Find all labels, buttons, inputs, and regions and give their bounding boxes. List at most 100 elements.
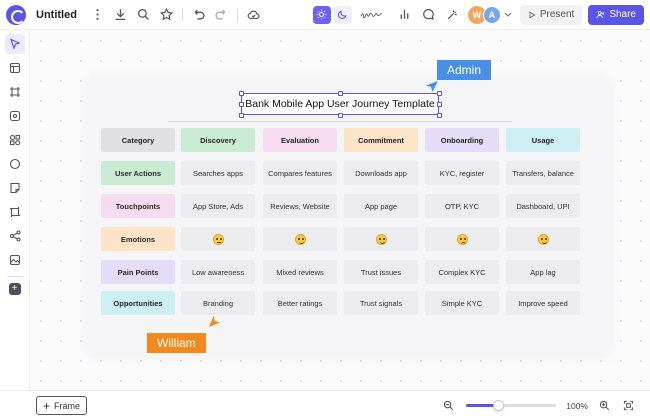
zoom-level: 100% bbox=[566, 400, 588, 411]
download-icon[interactable] bbox=[110, 4, 132, 26]
whiteboard-canvas[interactable]: Bank Mobile App User Journey Template Ca… bbox=[31, 31, 650, 390]
zoom-slider[interactable] bbox=[466, 400, 557, 411]
journey-cell[interactable]: Low awareness bbox=[181, 260, 255, 284]
search-icon[interactable] bbox=[133, 4, 155, 26]
toolbar-divider bbox=[236, 7, 238, 22]
journey-cell[interactable]: App page bbox=[344, 194, 418, 218]
zoom-controls: 100% bbox=[440, 398, 650, 414]
row-header[interactable]: User Actions bbox=[101, 161, 175, 185]
cloud-saved-icon[interactable] bbox=[243, 4, 265, 26]
journey-cell[interactable]: Trust issues bbox=[344, 260, 418, 284]
zoom-in-icon[interactable] bbox=[596, 398, 612, 414]
journey-cell[interactable] bbox=[181, 227, 255, 251]
row-header[interactable]: Opportunities bbox=[101, 291, 175, 315]
resize-handle[interactable] bbox=[239, 113, 244, 118]
collaborator-avatars[interactable]: W A bbox=[467, 4, 514, 26]
document-title[interactable]: Untitled bbox=[36, 9, 77, 21]
image-icon bbox=[9, 254, 20, 266]
emoji-happy-icon bbox=[294, 233, 306, 245]
journey-cell[interactable]: Trust signals bbox=[344, 291, 418, 315]
crop-icon bbox=[9, 207, 20, 217]
frame-tool[interactable] bbox=[5, 82, 25, 102]
add-tool-button[interactable]: + bbox=[8, 283, 21, 295]
avatar[interactable]: A bbox=[482, 5, 501, 24]
journey-cell[interactable]: Simple KYC bbox=[425, 291, 499, 315]
plus-icon: + bbox=[11, 283, 18, 294]
zoom-out-icon[interactable] bbox=[440, 398, 456, 414]
journey-cell[interactable]: Branding bbox=[181, 291, 255, 315]
sticky-note-tool[interactable] bbox=[5, 106, 25, 126]
collaborator-name-admin: Admin bbox=[447, 63, 482, 77]
column-header[interactable]: Category bbox=[101, 128, 175, 152]
journey-cell[interactable] bbox=[344, 227, 418, 251]
chevron-down-icon[interactable] bbox=[502, 4, 514, 26]
journey-cell[interactable]: App Store, Ads bbox=[181, 194, 255, 218]
sticky-note-icon bbox=[9, 110, 20, 122]
row-header[interactable]: Touchpoints bbox=[101, 194, 175, 218]
resize-handle[interactable] bbox=[239, 91, 244, 96]
redo-icon[interactable] bbox=[211, 4, 233, 26]
shapes-tool[interactable] bbox=[5, 130, 25, 150]
undo-icon[interactable] bbox=[188, 4, 210, 26]
add-person-icon bbox=[596, 11, 605, 18]
journey-cell[interactable]: Reviews, Website bbox=[263, 194, 337, 218]
column-header[interactable]: Onboarding bbox=[425, 128, 499, 152]
column-header[interactable]: Usage bbox=[506, 128, 580, 152]
collaborator-cursor-william-icon bbox=[209, 316, 220, 327]
journey-cell[interactable]: Better ratings bbox=[263, 291, 337, 315]
journey-cell[interactable] bbox=[263, 227, 337, 251]
magic-pointer-icon[interactable] bbox=[442, 4, 464, 26]
template-tool[interactable] bbox=[5, 58, 25, 78]
journey-cell[interactable]: Improve speed bbox=[506, 291, 580, 315]
dark-mode-toggle[interactable] bbox=[333, 5, 352, 24]
journey-cell[interactable]: Complex KYC bbox=[425, 260, 499, 284]
emoji-happy-icon bbox=[375, 233, 387, 245]
journey-cell[interactable] bbox=[425, 227, 499, 251]
embed-tool[interactable] bbox=[5, 250, 25, 270]
journey-cell[interactable]: Dashboard, UPI bbox=[506, 194, 580, 218]
scribble-tool-icon[interactable] bbox=[358, 4, 388, 26]
journey-cell[interactable]: KYC, register bbox=[425, 161, 499, 185]
journey-cell[interactable]: Transfers, balance bbox=[506, 161, 580, 185]
resize-handle[interactable] bbox=[338, 113, 343, 118]
resize-handle[interactable] bbox=[437, 102, 442, 107]
note-tool[interactable] bbox=[5, 178, 25, 198]
crop-tool[interactable] bbox=[5, 202, 25, 222]
board-title-selected[interactable]: Bank Mobile App User Journey Template bbox=[241, 93, 439, 115]
emoji-sad-icon bbox=[456, 233, 468, 245]
comment-icon[interactable] bbox=[418, 4, 440, 26]
select-tool[interactable] bbox=[4, 34, 25, 54]
journey-cell[interactable]: Searches apps bbox=[181, 161, 255, 185]
resize-handle[interactable] bbox=[338, 91, 343, 96]
column-header[interactable]: Commitment bbox=[344, 128, 418, 152]
resize-handle[interactable] bbox=[239, 102, 244, 107]
journey-cell[interactable]: Compares features bbox=[263, 161, 337, 185]
light-mode-toggle[interactable] bbox=[312, 5, 331, 24]
journey-cell[interactable]: Downloads app bbox=[344, 161, 418, 185]
row-header[interactable]: Pain Points bbox=[101, 260, 175, 284]
column-header[interactable]: Evaluation bbox=[263, 128, 337, 152]
share-button[interactable]: Share bbox=[588, 4, 644, 25]
fit-to-screen-icon[interactable] bbox=[620, 398, 636, 414]
share-label: Share bbox=[609, 9, 636, 20]
row-header[interactable]: Emotions bbox=[101, 227, 175, 251]
add-frame-button[interactable]: + Frame bbox=[36, 396, 88, 415]
shapes-icon bbox=[9, 134, 20, 146]
journey-cell[interactable]: OTP, KYC bbox=[425, 194, 499, 218]
zoom-slider-thumb[interactable] bbox=[492, 400, 504, 411]
bar-chart-icon[interactable] bbox=[394, 4, 416, 26]
more-vertical-icon[interactable] bbox=[87, 4, 109, 26]
journey-cell[interactable] bbox=[506, 227, 580, 251]
present-button[interactable]: Present bbox=[519, 4, 583, 25]
star-icon[interactable] bbox=[156, 4, 178, 26]
connector-tool[interactable] bbox=[5, 226, 25, 246]
resize-handle[interactable] bbox=[437, 113, 442, 118]
comment-tool[interactable] bbox=[5, 154, 25, 174]
column-header[interactable]: Discovery bbox=[181, 128, 255, 152]
app-logo-icon[interactable] bbox=[6, 4, 26, 25]
frame-icon bbox=[9, 87, 20, 97]
sidebar-divider bbox=[6, 276, 23, 277]
journey-cell[interactable]: Mixed reviews bbox=[263, 260, 337, 284]
emoji-think-icon bbox=[212, 233, 224, 245]
journey-cell[interactable]: App lag bbox=[506, 260, 580, 284]
